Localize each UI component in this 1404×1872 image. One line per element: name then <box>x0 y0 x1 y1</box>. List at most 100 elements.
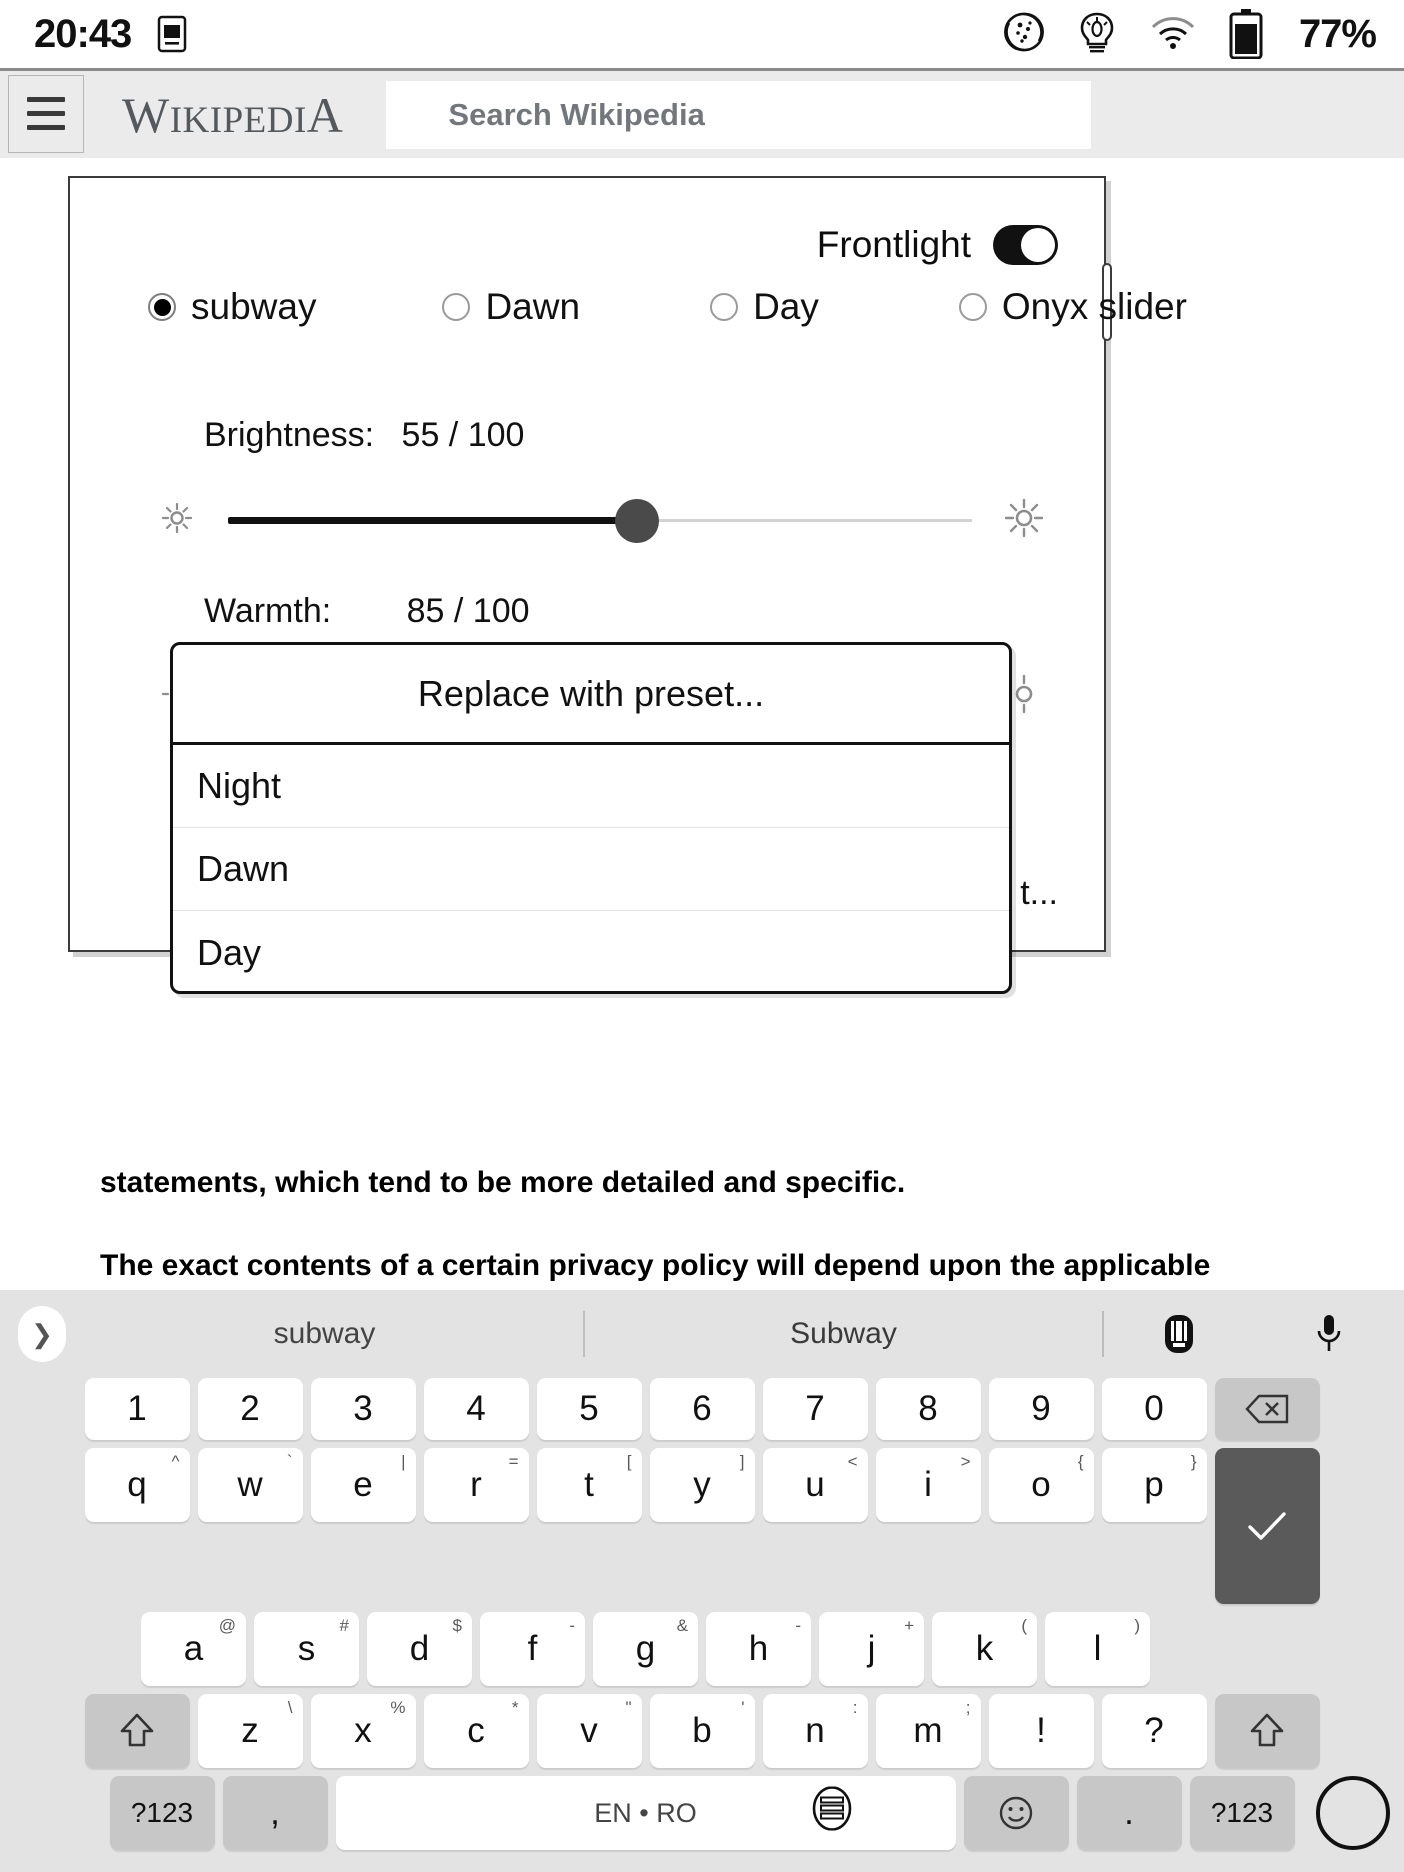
preset-label: Dawn <box>485 286 581 327</box>
key-label: 9 <box>1031 1389 1051 1428</box>
key-r[interactable]: = r <box>423 1448 529 1522</box>
key-k[interactable]: (k <box>932 1612 1037 1686</box>
key-x[interactable]: % x <box>310 1694 416 1768</box>
key-0[interactable]: 0 <box>1101 1378 1207 1440</box>
suggestion-1[interactable]: Subway <box>585 1317 1102 1351</box>
wifi-icon[interactable] <box>1149 13 1197 56</box>
key-label: ?123 <box>130 1797 194 1828</box>
key-sup: > <box>960 1452 971 1471</box>
key-u[interactable]: < u <box>762 1448 868 1522</box>
key-m[interactable]: ; m <box>875 1694 981 1768</box>
key-sup: * <box>511 1698 519 1717</box>
key-label: 3 <box>353 1389 373 1428</box>
key-label: v <box>580 1711 598 1750</box>
key-label: n <box>805 1711 825 1750</box>
key-comma[interactable]: , <box>222 1776 328 1850</box>
microphone-icon[interactable] <box>1254 1313 1404 1355</box>
preset-radio-onyx-slider[interactable]: Onyx slider <box>958 286 1187 328</box>
key-d[interactable]: $ d <box>367 1612 472 1686</box>
key-sup: < <box>847 1452 858 1471</box>
key-4[interactable]: 4 <box>423 1378 529 1440</box>
search-input[interactable]: Search Wikipedia <box>386 80 1092 149</box>
preset-radio-day[interactable]: Day <box>710 286 819 328</box>
key-n[interactable]: :n <box>762 1694 868 1768</box>
key-label: x <box>354 1711 372 1750</box>
key-6[interactable]: 6 <box>649 1378 755 1440</box>
keyboard-row-space: ?123 , EN • RO . ?123 <box>0 1776 1404 1850</box>
keyboard-row-home: @ a # s $ d -f & g -h + j (k ) l <box>0 1612 1404 1686</box>
check-enter-icon[interactable] <box>1214 1448 1320 1604</box>
key-question[interactable]: ? <box>1101 1694 1207 1768</box>
key-b[interactable]: ' b <box>649 1694 755 1768</box>
key-f[interactable]: -f <box>480 1612 585 1686</box>
brightness-slider[interactable] <box>228 498 972 543</box>
preset-radio-dawn[interactable]: Dawn <box>442 286 580 328</box>
panel-footer-right[interactable]: t... <box>1020 874 1058 913</box>
status-bar: 20:43 77% <box>0 0 1404 68</box>
key-h[interactable]: -h <box>706 1612 811 1686</box>
key-v[interactable]: " v <box>536 1694 642 1768</box>
slider-handle[interactable] <box>615 498 660 543</box>
on-screen-keyboard: ❯ subway Subway 1 2 3 4 5 6 7 8 9 0 ^ q … <box>0 1290 1404 1872</box>
key-7[interactable]: 7 <box>762 1378 868 1440</box>
frontlight-toggle-row: Frontlight <box>817 224 1058 266</box>
battery-percent: 77% <box>1298 11 1377 56</box>
dialog-item-label: Dawn <box>197 848 290 889</box>
refresh-dither-icon[interactable] <box>1003 11 1045 58</box>
shift-icon-right[interactable] <box>1214 1694 1320 1768</box>
dialog-title: Replace with preset... <box>173 645 1009 745</box>
spacebar[interactable]: EN • RO <box>335 1776 956 1850</box>
shift-icon-left[interactable] <box>84 1694 190 1768</box>
chevron-right-icon[interactable]: ❯ <box>18 1306 66 1362</box>
key-exclamation[interactable]: ! <box>988 1694 1094 1768</box>
dialog-item-night[interactable]: Night <box>173 745 1009 828</box>
key-z[interactable]: \ z <box>197 1694 303 1768</box>
key-label: e <box>353 1465 373 1504</box>
key-t[interactable]: [t <box>536 1448 642 1522</box>
key-3[interactable]: 3 <box>310 1378 416 1440</box>
symbols-mode-right-button[interactable]: ?123 <box>1189 1776 1295 1850</box>
backspace-icon[interactable] <box>1214 1378 1320 1440</box>
key-q[interactable]: ^ q <box>84 1448 190 1522</box>
key-p[interactable]: } p <box>1101 1448 1207 1522</box>
small-sun-icon[interactable] <box>160 501 194 540</box>
key-sup: ( <box>1021 1616 1027 1635</box>
key-label: 2 <box>240 1389 260 1428</box>
lightbulb-icon[interactable] <box>1077 10 1117 59</box>
key-s[interactable]: # s <box>254 1612 359 1686</box>
key-1[interactable]: 1 <box>84 1378 190 1440</box>
key-i[interactable]: > i <box>875 1448 981 1522</box>
suggestion-0[interactable]: subway <box>66 1317 583 1351</box>
key-period[interactable]: . <box>1076 1776 1182 1850</box>
frontlight-label: Frontlight <box>816 224 971 265</box>
books-stack-icon[interactable] <box>812 1786 852 1840</box>
hamburger-menu-icon[interactable] <box>8 74 84 153</box>
key-g[interactable]: & g <box>593 1612 698 1686</box>
key-y[interactable]: ] y <box>649 1448 755 1522</box>
dialog-item-dawn[interactable]: Dawn <box>173 828 1009 911</box>
key-o[interactable]: {o <box>988 1448 1094 1522</box>
key-2[interactable]: 2 <box>197 1378 303 1440</box>
large-sun-icon[interactable] <box>1004 498 1044 543</box>
key-sup: - <box>795 1616 801 1635</box>
symbols-mode-left-button[interactable]: ?123 <box>109 1776 215 1850</box>
frontlight-toggle[interactable] <box>993 225 1058 265</box>
preset-radio-subway[interactable]: subway <box>148 286 316 328</box>
key-w[interactable]: ` w <box>197 1448 303 1522</box>
clipboard-icon[interactable] <box>1104 1313 1254 1355</box>
key-label: a <box>183 1629 204 1668</box>
key-5[interactable]: 5 <box>536 1378 642 1440</box>
radio-dot-icon <box>148 293 176 321</box>
key-j[interactable]: + j <box>819 1612 924 1686</box>
warmth-value-row: Warmth: 85 / 100 <box>204 592 530 631</box>
key-c[interactable]: * c <box>423 1694 529 1768</box>
key-9[interactable]: 9 <box>988 1378 1094 1440</box>
key-a[interactable]: @ a <box>141 1612 246 1686</box>
key-l[interactable]: ) l <box>1045 1612 1150 1686</box>
smiley-icon[interactable] <box>963 1776 1069 1850</box>
key-e[interactable]: | e <box>310 1448 416 1522</box>
dialog-item-day[interactable]: Day <box>173 911 1009 991</box>
key-8[interactable]: 8 <box>875 1378 981 1440</box>
dialog-item-label: Day <box>197 931 262 973</box>
key-label: 7 <box>805 1389 825 1428</box>
